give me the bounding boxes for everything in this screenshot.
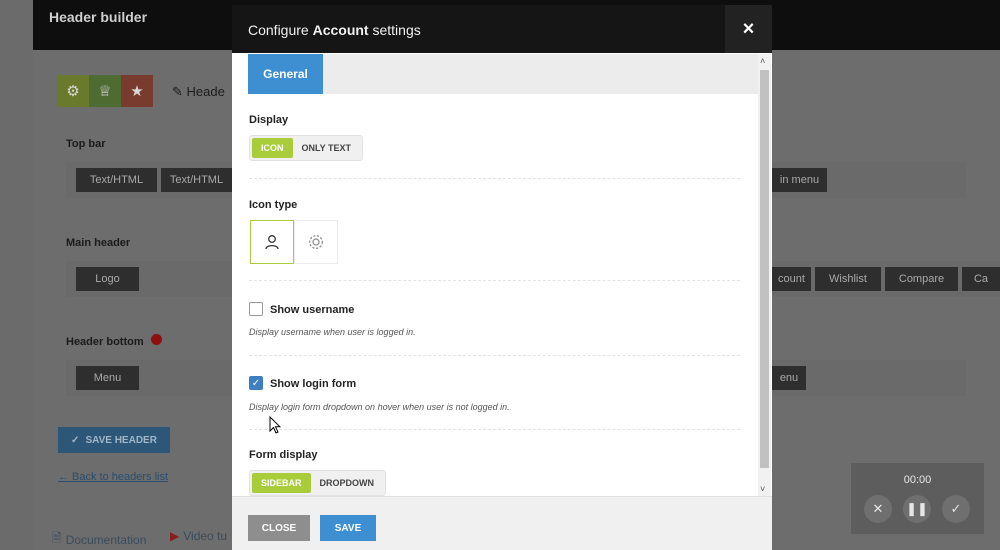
- form-display-label: Form display: [249, 449, 318, 461]
- menu-button[interactable]: Menu: [76, 366, 139, 390]
- menu-button-right[interactable]: enu: [772, 366, 806, 390]
- video-label: Video tu: [183, 529, 228, 543]
- check-icon: ✓: [71, 434, 80, 446]
- document-icon: 🗎: [52, 531, 62, 545]
- documentation-label: Documentation: [65, 532, 147, 547]
- star-icon[interactable]: ★: [121, 75, 153, 107]
- icon-type-label: Icon type: [249, 199, 298, 211]
- display-label: Display: [249, 114, 289, 126]
- icon-type-user-option[interactable]: [250, 220, 294, 264]
- pause-icon[interactable]: ❚❚: [903, 495, 931, 523]
- form-display-option-sidebar[interactable]: SIDEBAR: [252, 473, 311, 493]
- header-name-label[interactable]: ✎ Heade: [172, 84, 225, 100]
- logo-button[interactable]: Logo: [76, 267, 139, 291]
- documentation-link[interactable]: 🗎 Documentation: [52, 529, 146, 550]
- section-label-top-bar: Top bar: [66, 138, 106, 150]
- section-label-header-bottom: Header bottom: [66, 336, 144, 348]
- gear-icon[interactable]: ⚙: [57, 75, 89, 107]
- save-header-button[interactable]: ✓ SAVE HEADER: [58, 427, 170, 453]
- show-login-form-checkbox[interactable]: ✓: [249, 376, 263, 390]
- page-title: Header builder: [49, 9, 148, 25]
- user-icon: [265, 235, 279, 250]
- divider: [249, 355, 740, 356]
- check-icon: ✓: [251, 377, 261, 389]
- tabs-bar: General: [248, 54, 758, 94]
- show-login-form-hint: Display login form dropdown on hover whe…: [249, 402, 510, 412]
- form-display-toggle: SIDEBAR DROPDOWN: [249, 470, 387, 496]
- compare-button[interactable]: Compare: [885, 267, 958, 291]
- gear-icon: [309, 235, 323, 249]
- show-username-checkbox[interactable]: [249, 302, 263, 316]
- warning-dot-icon: [151, 334, 162, 345]
- scrollbar-thumb[interactable]: [760, 70, 769, 468]
- builder-icon-group: ⚙ ♕ ★: [57, 75, 153, 107]
- texthtml-button-1[interactable]: Text/HTML: [76, 168, 157, 192]
- recorder-timer: 00:00: [903, 474, 932, 486]
- divider: [249, 178, 740, 179]
- tab-general[interactable]: General: [248, 54, 323, 94]
- form-display-option-dropdown[interactable]: DROPDOWN: [311, 473, 384, 493]
- modal-header: Configure Account settings ×: [232, 5, 772, 53]
- divider: [249, 280, 740, 281]
- texthtml-button-2[interactable]: Text/HTML: [161, 168, 232, 192]
- show-username-label: Show username: [270, 304, 355, 316]
- video-tutorial-link[interactable]: ▶ Video tu: [170, 529, 227, 543]
- screen-recorder-widget: 00:00 ✕ ❚❚ ✓: [851, 463, 984, 534]
- chevron-up-icon[interactable]: ˄: [760, 56, 765, 66]
- modal-scrollbar[interactable]: ˄ ˅: [758, 54, 771, 496]
- icon-type-gear-option[interactable]: [294, 220, 338, 264]
- main-menu-button[interactable]: in menu: [772, 168, 827, 192]
- close-icon[interactable]: ×: [725, 5, 772, 53]
- display-option-only-text[interactable]: ONLY TEXT: [293, 138, 361, 158]
- close-button[interactable]: CLOSE: [248, 515, 310, 541]
- configure-account-modal: Configure Account settings × General ˄ ˅…: [232, 5, 772, 550]
- cart-button[interactable]: Ca: [962, 267, 1000, 291]
- save-header-label: SAVE HEADER: [85, 434, 157, 446]
- modal-title: Configure Account settings: [248, 22, 421, 38]
- modal-footer: CLOSE SAVE: [232, 496, 772, 550]
- account-button[interactable]: count: [772, 267, 811, 291]
- confirm-check-icon[interactable]: ✓: [942, 495, 970, 523]
- header-name-text: Heade: [186, 84, 225, 99]
- show-login-form-label: Show login form: [270, 378, 357, 390]
- divider: [249, 429, 740, 430]
- save-button[interactable]: SAVE: [320, 515, 376, 541]
- show-username-hint: Display username when user is logged in.: [249, 327, 416, 337]
- display-option-icon[interactable]: ICON: [252, 138, 293, 158]
- trophy-icon[interactable]: ♕: [89, 75, 121, 107]
- section-label-main-header: Main header: [66, 237, 131, 249]
- chevron-down-icon[interactable]: ˅: [760, 484, 765, 494]
- display-toggle: ICON ONLY TEXT: [249, 135, 364, 161]
- wishlist-button[interactable]: Wishlist: [815, 267, 881, 291]
- cancel-recording-icon[interactable]: ✕: [864, 495, 892, 523]
- youtube-icon: ▶: [170, 529, 180, 543]
- back-to-headers-link[interactable]: ← Back to headers list: [58, 471, 168, 483]
